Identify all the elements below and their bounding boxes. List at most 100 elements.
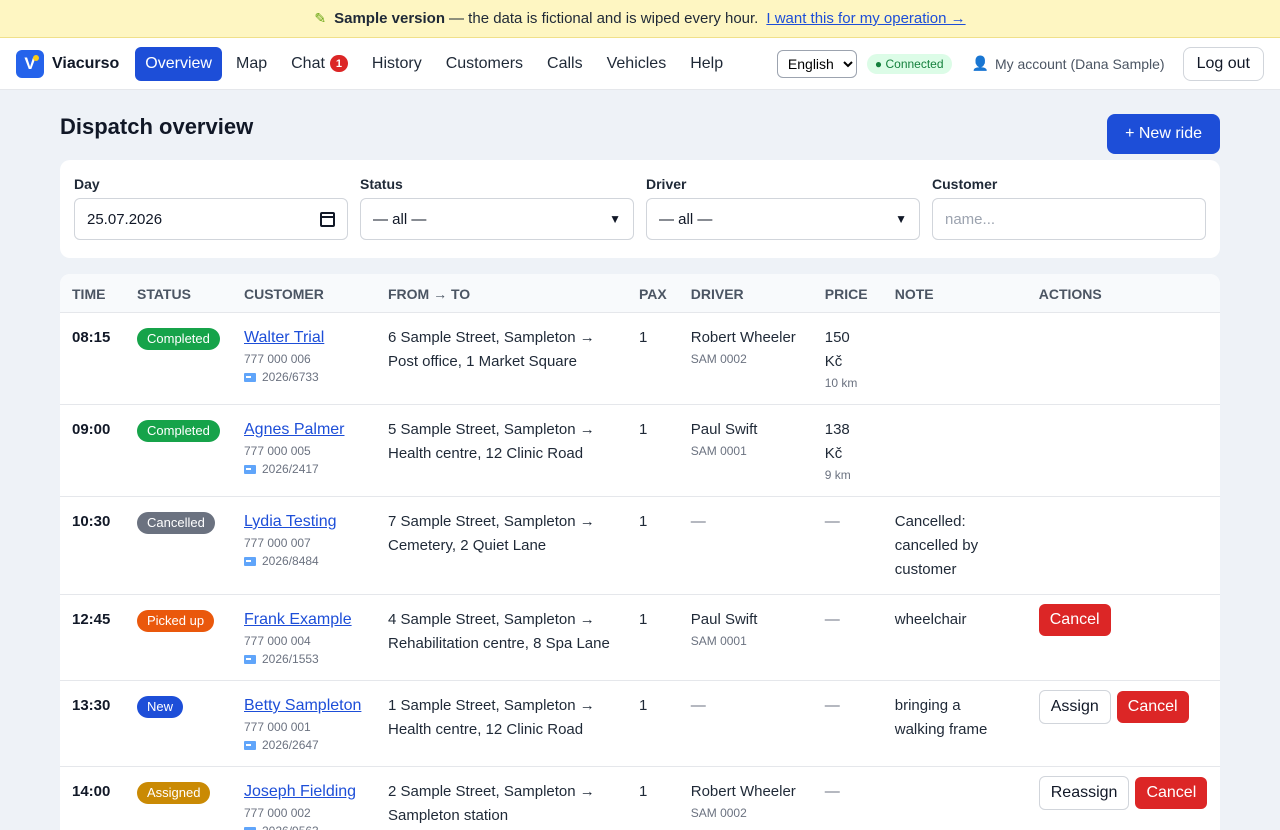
status-filter-select[interactable]: — all — ▼ <box>360 198 634 240</box>
status-badge: New <box>137 696 184 718</box>
banner-text: — the data is fictional and is wiped eve… <box>449 10 759 27</box>
nav-help[interactable]: Help <box>680 47 733 81</box>
driver-filter-label: Driver <box>646 176 687 192</box>
vehicle-plate: SAM 0002 <box>690 352 747 366</box>
ride-pax: 1 <box>627 766 679 830</box>
nav-chat[interactable]: Chat 1 <box>281 47 358 81</box>
ride-note: Cancelled: cancelled by customer <box>882 496 1027 595</box>
header-time: TIME <box>60 274 125 313</box>
header-actions: ACTIONS <box>1026 274 1220 313</box>
banner-cta-link[interactable]: I want this for my operation → <box>766 10 965 27</box>
customer-link[interactable]: Agnes Palmer <box>244 418 364 442</box>
nav-customers[interactable]: Customers <box>436 47 533 81</box>
driver-filter-select[interactable]: — all — ▼ <box>646 198 920 240</box>
status-badge: Completed <box>137 328 220 350</box>
day-date-input[interactable]: 25.07.2026 <box>74 198 348 240</box>
day-label: Day <box>74 176 100 192</box>
header-pax: PAX <box>627 274 679 313</box>
ride-route: 1 Sample Street, Sampleton → Health cent… <box>376 680 627 767</box>
customer-phone: 777 000 001 <box>244 720 311 734</box>
ride-route: 2 Sample Street, Sampleton → Sampleton s… <box>376 766 627 830</box>
new-ride-button[interactable]: + New ride <box>1107 114 1220 154</box>
demo-banner: ✎ Sample version — the data is fictional… <box>0 0 1280 38</box>
table-header-row: TIME STATUS CUSTOMER FROM → TO PAX DRIVE… <box>60 274 1220 313</box>
vehicle-plate: SAM 0002 <box>690 806 747 820</box>
user-icon: 👤 <box>971 55 989 71</box>
driver-name: — <box>690 513 706 530</box>
brand-logo[interactable]: V Viacurso <box>16 49 119 78</box>
status-badge: Assigned <box>137 782 211 804</box>
id-card-icon <box>244 655 256 665</box>
ride-distance: 10 km <box>824 376 858 390</box>
cancel-button[interactable]: Cancel <box>1135 777 1208 809</box>
ride-actions: Reassign Cancel <box>1026 766 1220 830</box>
cancel-button[interactable]: Cancel <box>1038 604 1111 636</box>
table-row: 08:15 Completed Walter Trial 777 000 006… <box>60 312 1220 405</box>
ride-time: 14:00 <box>60 766 125 830</box>
connection-status-badge: ● Connected <box>866 53 952 74</box>
logout-button[interactable]: Log out <box>1182 46 1264 81</box>
vehicle-plate: SAM 0001 <box>690 444 747 458</box>
ride-route: 4 Sample Street, Sampleton → Rehabilitat… <box>376 594 627 681</box>
ride-pax: 1 <box>627 594 679 681</box>
driver-name: Paul Swift <box>690 421 758 438</box>
ride-actions: Assign Cancel <box>1026 680 1220 767</box>
customer-card: 2026/8484 <box>244 552 364 570</box>
my-account-link[interactable]: 👤 My account (Dana Sample) <box>972 55 1165 72</box>
table-row: 10:30 Cancelled Lydia Testing 777 000 00… <box>60 496 1220 595</box>
rides-table-card: TIME STATUS CUSTOMER FROM → TO PAX DRIVE… <box>60 274 1220 830</box>
customer-card: 2026/6733 <box>244 368 364 386</box>
ride-note: bringing a walking frame <box>882 680 1027 767</box>
customer-link[interactable]: Betty Sampleton <box>244 694 364 718</box>
ride-route: 5 Sample Street, Sampleton → Health cent… <box>376 404 627 497</box>
top-nav: V Viacurso Overview Map Chat 1 History C… <box>0 38 1280 90</box>
ride-note <box>882 404 1027 497</box>
ride-price: — <box>824 611 840 628</box>
customer-search-input[interactable]: name... <box>932 198 1206 240</box>
ride-price: — <box>824 697 840 714</box>
customer-link[interactable]: Joseph Fielding <box>244 780 364 804</box>
ride-route: 6 Sample Street, Sampleton → Post office… <box>376 312 627 405</box>
driver-name: — <box>690 697 706 714</box>
table-row: 09:00 Completed Agnes Palmer 777 000 005… <box>60 404 1220 497</box>
ride-pax: 1 <box>627 312 679 405</box>
customer-phone: 777 000 004 <box>244 634 311 648</box>
page-title: Dispatch overview <box>60 114 254 139</box>
customer-phone: 777 000 005 <box>244 444 311 458</box>
customer-card-number: 2026/8484 <box>262 554 319 568</box>
driver-name: Robert Wheeler <box>690 783 796 800</box>
ride-price: 150 Kč <box>824 329 850 370</box>
customer-link[interactable]: Walter Trial <box>244 326 364 350</box>
driver-name: Paul Swift <box>690 611 758 628</box>
vehicle-plate: SAM 0001 <box>690 634 747 648</box>
customer-phone: 777 000 006 <box>244 352 311 366</box>
language-select[interactable]: English <box>776 49 857 78</box>
logo-icon: V <box>16 49 44 78</box>
ride-time: 13:30 <box>60 680 125 767</box>
cancel-button[interactable]: Cancel <box>1116 691 1189 723</box>
ride-price: 138 Kč <box>824 421 850 462</box>
nav-history[interactable]: History <box>362 47 432 81</box>
ride-time: 09:00 <box>60 404 125 497</box>
customer-card-number: 2026/6733 <box>262 370 319 384</box>
rides-table-body: 08:15 Completed Walter Trial 777 000 006… <box>60 312 1220 830</box>
customer-link[interactable]: Frank Example <box>244 608 364 632</box>
assign-button[interactable]: Assign <box>1038 690 1111 724</box>
ride-distance: 9 km <box>824 468 851 482</box>
header-driver: DRIVER <box>678 274 813 313</box>
calendar-icon[interactable] <box>320 211 335 227</box>
driver-name: Robert Wheeler <box>690 329 796 346</box>
nav-calls[interactable]: Calls <box>537 47 593 81</box>
status-badge: Completed <box>137 420 220 442</box>
reassign-button[interactable]: Reassign <box>1038 776 1130 810</box>
table-row: 12:45 Picked up Frank Example 777 000 00… <box>60 594 1220 681</box>
nav-vehicles[interactable]: Vehicles <box>597 47 677 81</box>
customer-link[interactable]: Lydia Testing <box>244 510 364 534</box>
nav-map[interactable]: Map <box>226 47 277 81</box>
ride-actions <box>1026 312 1220 405</box>
customer-search-placeholder: name... <box>945 210 996 228</box>
nav-chat-label: Chat <box>291 54 325 72</box>
header-customer: CUSTOMER <box>232 274 376 313</box>
id-card-icon <box>244 557 256 567</box>
nav-overview[interactable]: Overview <box>135 46 222 81</box>
